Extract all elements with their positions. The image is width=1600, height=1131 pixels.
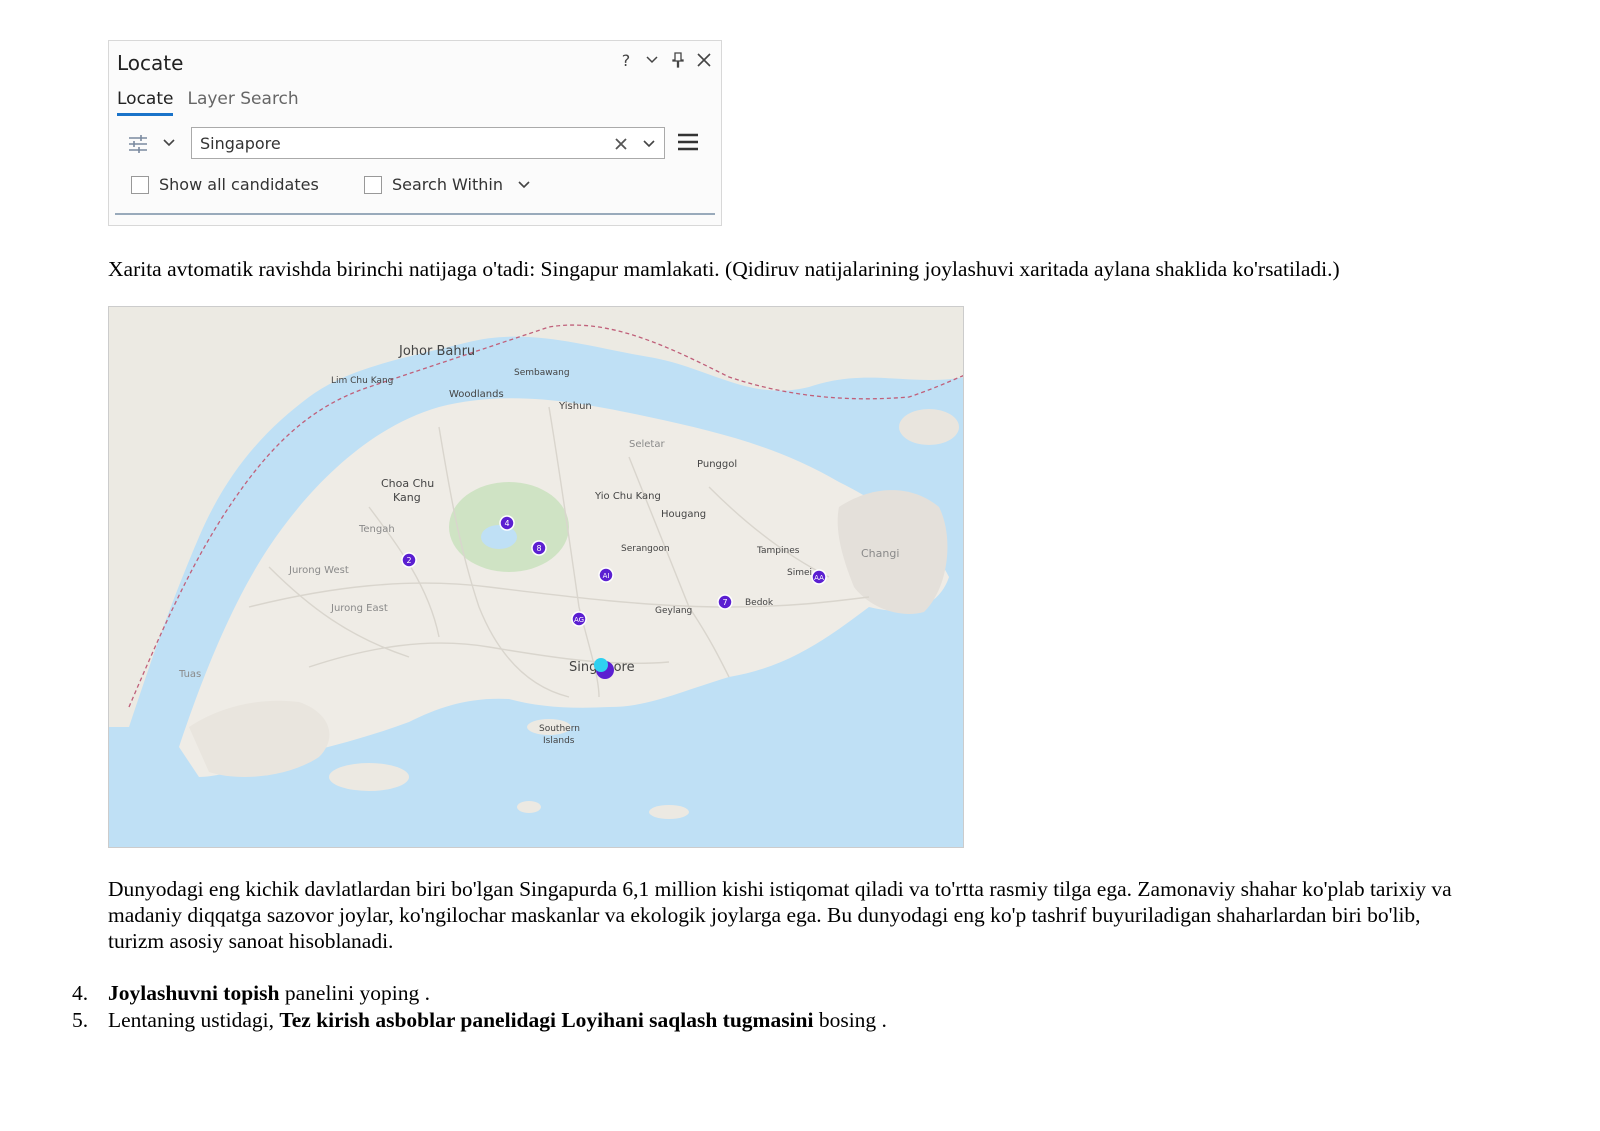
label-serangoon: Serangoon bbox=[621, 544, 670, 554]
list-item: 5. Lentaning ustidagi, Tez kirish asbobl… bbox=[72, 1007, 887, 1034]
search-within-label: Search Within bbox=[392, 175, 503, 194]
label-jurong-east: Jurong East bbox=[330, 603, 388, 614]
list-item: 4. Joylashuvni topish panelini yoping . bbox=[72, 980, 887, 1007]
intro-paragraph: Xarita avtomatik ravishda birinchi natij… bbox=[108, 257, 1340, 281]
label-southern-islands: Southern bbox=[539, 724, 580, 734]
map-marker-7[interactable]: 7 bbox=[717, 594, 733, 610]
pane-title: Locate bbox=[117, 51, 184, 75]
marker-label: 2 bbox=[406, 556, 411, 565]
map-marker-2[interactable]: 2 bbox=[401, 552, 417, 568]
map-view[interactable]: Johor Bahru Sembawang Lim Chu Kang Woodl… bbox=[108, 306, 964, 848]
step-bold: Joylashuvni topish bbox=[108, 981, 280, 1005]
map-marker-ai[interactable]: AI bbox=[598, 567, 614, 583]
label-choa-chu-kang-2: Kang bbox=[393, 491, 421, 504]
label-southern-islands-2: Islands bbox=[543, 736, 575, 746]
tab-locate[interactable]: Locate bbox=[117, 89, 174, 116]
marker-label: 4 bbox=[504, 519, 509, 528]
label-tengah: Tengah bbox=[358, 524, 395, 535]
search-within-checkbox[interactable] bbox=[364, 175, 382, 194]
singapore-description: Dunyodagi eng kichik davlatlardan biri b… bbox=[108, 877, 1452, 953]
step-pre: Lentaning ustidagi, bbox=[108, 1008, 280, 1032]
label-yishun: Yishun bbox=[558, 401, 592, 412]
label-tampines: Tampines bbox=[756, 546, 800, 556]
label-tuas: Tuas bbox=[178, 669, 201, 680]
search-box bbox=[191, 127, 665, 159]
map-marker-8[interactable]: 8 bbox=[531, 540, 547, 556]
label-woodlands: Woodlands bbox=[449, 389, 504, 400]
close-icon[interactable] bbox=[695, 49, 713, 71]
map-canvas[interactable]: Johor Bahru Sembawang Lim Chu Kang Woodl… bbox=[109, 307, 964, 848]
label-bedok: Bedok bbox=[745, 598, 774, 608]
chevron-down-icon[interactable] bbox=[161, 135, 177, 151]
pin-icon[interactable] bbox=[669, 49, 687, 71]
label-geylang: Geylang bbox=[655, 606, 692, 616]
island-south-1 bbox=[329, 763, 409, 791]
step-text: Joylashuvni topish panelini yoping . bbox=[108, 980, 430, 1007]
map-marker-aa[interactable]: AA bbox=[811, 569, 827, 585]
marker-label: 8 bbox=[536, 544, 541, 553]
label-changi: Changi bbox=[861, 547, 899, 560]
clear-icon[interactable] bbox=[614, 136, 628, 150]
label-jurong-west: Jurong West bbox=[288, 565, 349, 576]
chevron-down-icon[interactable] bbox=[642, 136, 656, 150]
search-input[interactable] bbox=[200, 128, 600, 158]
show-all-candidates-label: Show all candidates bbox=[159, 175, 319, 194]
label-johor-bahru: Johor Bahru bbox=[398, 344, 475, 359]
step-rest: panelini yoping . bbox=[279, 981, 430, 1005]
label-punggol: Punggol bbox=[697, 459, 737, 470]
pane-divider bbox=[115, 213, 715, 215]
help-icon[interactable]: ? bbox=[617, 49, 635, 71]
step-bold: Tez kirish asboblar panelidagi Loyihani … bbox=[279, 1008, 814, 1032]
menu-icon[interactable] bbox=[677, 131, 699, 153]
marker-label: 7 bbox=[722, 598, 727, 607]
label-hougang: Hougang bbox=[661, 509, 706, 520]
label-choa-chu-kang: Choa Chu bbox=[381, 477, 434, 490]
search-within-option[interactable]: Search Within bbox=[364, 175, 531, 194]
tab-layer-search[interactable]: Layer Search bbox=[187, 89, 298, 116]
label-sembawang: Sembawang bbox=[514, 368, 570, 378]
locator-settings-icon[interactable] bbox=[127, 133, 149, 155]
steps-list: 4. Joylashuvni topish panelini yoping . … bbox=[72, 980, 887, 1034]
label-yio-chu-kang: Yio Chu Kang bbox=[594, 491, 661, 502]
island-south-4 bbox=[649, 805, 689, 819]
marker-label: AG bbox=[574, 616, 584, 624]
step-text: Lentaning ustidagi, Tez kirish asboblar … bbox=[108, 1007, 887, 1034]
island-south-3 bbox=[517, 801, 541, 813]
map-marker-ag[interactable]: AG bbox=[571, 611, 587, 627]
label-lim-chu-kang: Lim Chu Kang bbox=[331, 376, 393, 386]
map-marker-4[interactable]: 4 bbox=[499, 515, 515, 531]
marker-label: AA bbox=[814, 574, 824, 582]
step-rest: bosing . bbox=[813, 1008, 887, 1032]
show-all-candidates-checkbox[interactable] bbox=[131, 175, 149, 194]
chevron-down-icon[interactable] bbox=[643, 49, 661, 71]
marker-label: AI bbox=[603, 572, 610, 580]
step-number: 5. bbox=[72, 1008, 89, 1032]
show-all-candidates-option[interactable]: Show all candidates bbox=[131, 175, 319, 194]
pane-tabs: Locate Layer Search bbox=[117, 89, 299, 116]
label-seletar: Seletar bbox=[629, 439, 665, 450]
label-simei: Simei bbox=[787, 568, 812, 578]
pane-controls: ? bbox=[617, 49, 713, 71]
step-number: 4. bbox=[72, 981, 89, 1005]
island-east bbox=[899, 409, 959, 445]
locate-pane: Locate ? Locate Layer Search Singapore S… bbox=[108, 40, 722, 226]
chevron-down-icon[interactable] bbox=[517, 178, 531, 192]
